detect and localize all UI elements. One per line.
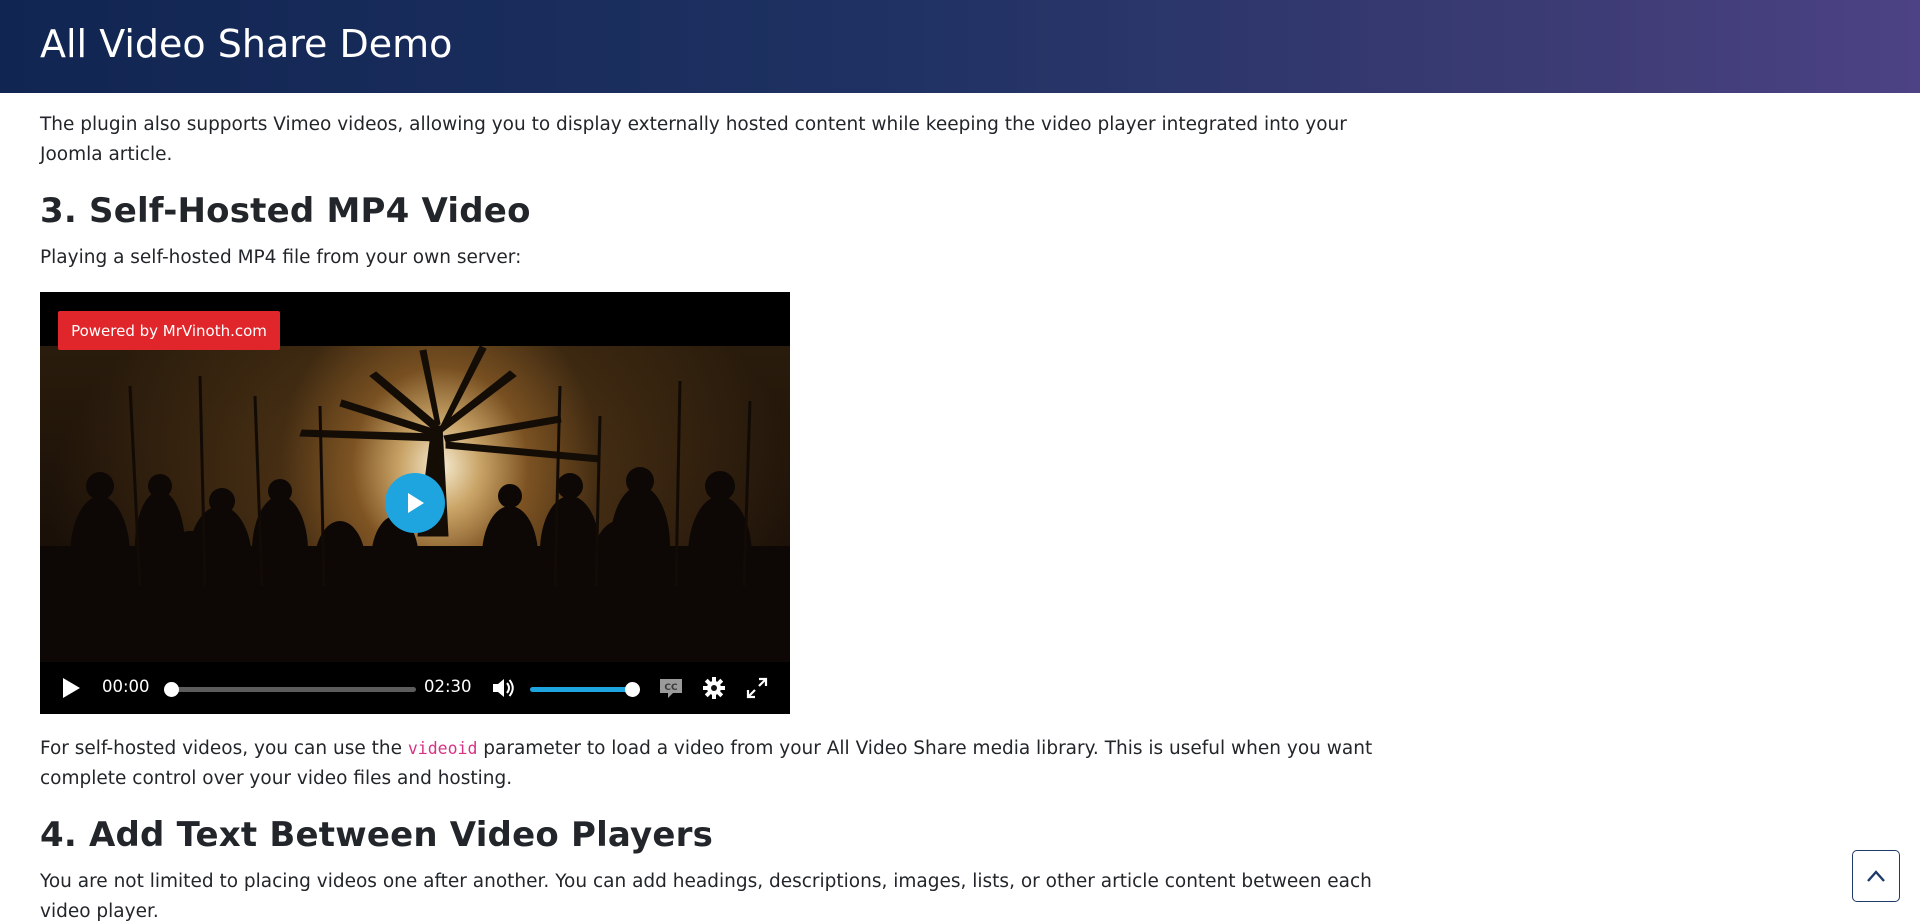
current-time: 00:00 [102, 677, 150, 696]
volume-icon [493, 679, 514, 697]
site-header: All Video Share Demo [0, 0, 1920, 93]
powered-by-watermark[interactable]: Powered by MrVinoth.com [58, 311, 280, 350]
section-heading-text-between: 4. Add Text Between Video Players [40, 815, 714, 855]
section-description-text-between: You are not limited to placing videos on… [40, 871, 1372, 922]
play-icon [408, 493, 424, 513]
settings-button[interactable] [701, 675, 727, 701]
big-play-button[interactable] [385, 473, 445, 533]
duration: 02:30 [424, 677, 472, 696]
volume-thumb[interactable] [625, 682, 640, 697]
progress-thumb[interactable] [164, 682, 179, 697]
play-button[interactable] [58, 675, 84, 701]
chevron-up-icon [1867, 870, 1885, 882]
videoid-code: videoid [407, 739, 478, 758]
progress-bar[interactable] [170, 687, 416, 692]
settings-icon [703, 677, 725, 699]
back-to-top-button[interactable] [1852, 850, 1900, 902]
play-icon [63, 678, 80, 698]
fullscreen-button[interactable] [744, 675, 770, 701]
svg-text:CC: CC [664, 683, 678, 693]
intro-paragraph: The plugin also supports Vimeo videos, a… [40, 114, 1347, 165]
captions-button[interactable]: CC [658, 675, 684, 701]
volume-slider[interactable] [530, 687, 634, 692]
self-hosted-explanation: For self-hosted videos, you can use the … [40, 734, 1410, 794]
video-player[interactable]: Powered by MrVinoth.com 00:00 02:30 CC [40, 292, 790, 714]
captions-icon: CC [660, 679, 682, 698]
section-heading-self-hosted: 3. Self-Hosted MP4 Video [40, 191, 531, 231]
player-controls: 00:00 02:30 CC [40, 662, 790, 714]
section-description-self-hosted: Playing a self-hosted MP4 file from your… [40, 247, 522, 268]
explanation-text-start: For self-hosted videos, you can use the [40, 738, 408, 759]
site-title[interactable]: All Video Share Demo [40, 22, 452, 66]
fullscreen-icon [746, 677, 768, 699]
mute-button[interactable] [490, 675, 516, 701]
